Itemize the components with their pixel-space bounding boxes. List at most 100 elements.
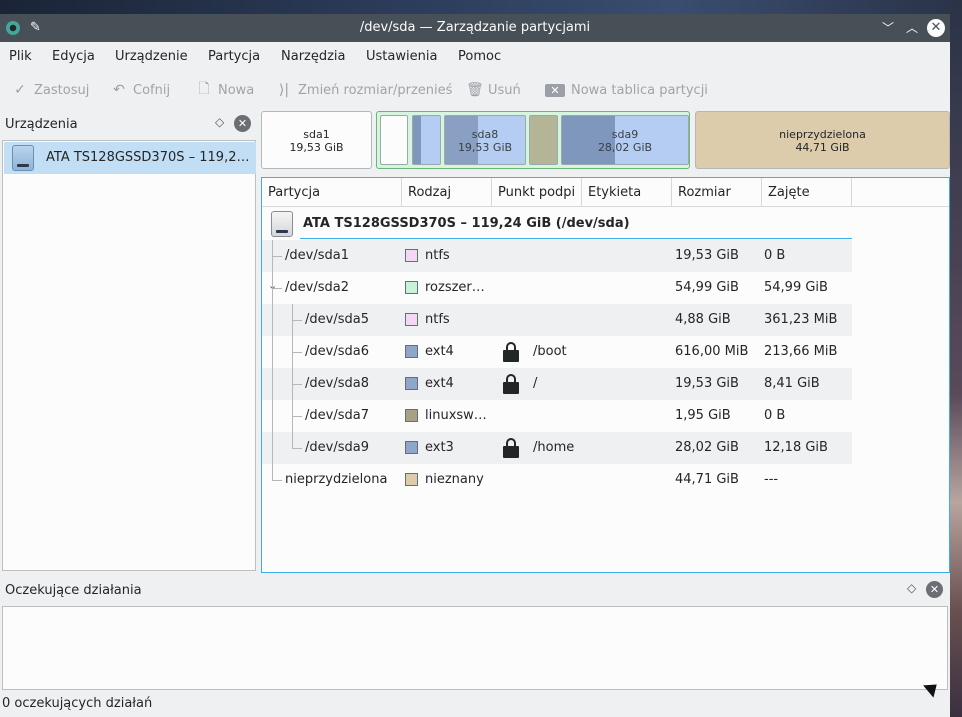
partition-used: 0 B: [764, 408, 786, 423]
column-header-used[interactable]: Zajęte: [762, 178, 852, 207]
filesystem-color-swatch: [405, 313, 418, 326]
menu-narzedzia[interactable]: Narzędzia: [281, 49, 346, 64]
column-header-type[interactable]: Rodzaj: [402, 178, 492, 207]
filesystem-color-swatch: [405, 409, 418, 422]
partition-name: nieprzydzielona: [285, 472, 388, 487]
partition-block-sda8[interactable]: sda8 19,53 GiB: [444, 115, 526, 165]
filesystem-type: ext4: [425, 376, 454, 391]
desktop-background: [0, 0, 962, 14]
menu-bar: Plik Edycja Urządzenie Partycja Narzędzi…: [0, 42, 950, 72]
partition-name: /dev/sda6: [305, 344, 369, 359]
devices-panel-header: Urządzenia ◇ ✕: [2, 110, 256, 138]
partition-name: /dev/sda2: [285, 280, 349, 295]
filesystem-type: ntfs: [425, 248, 450, 263]
clear-table-icon: ✕: [545, 83, 565, 97]
partition-used: 213,66 MiB: [764, 344, 838, 359]
menu-ustawienia[interactable]: Ustawienia: [366, 49, 437, 64]
table-header: Partycja Rodzaj Punkt podpi Etykieta Roz…: [262, 178, 949, 207]
partition-used: 54,99 GiB: [764, 280, 828, 295]
partition-block-extended[interactable]: sda8 19,53 GiB sda9 28,02 GiB: [376, 111, 690, 169]
menu-urzadzenie[interactable]: Urządzenie: [115, 49, 188, 64]
partition-name: /dev/sda8: [305, 376, 369, 391]
menu-pomoc[interactable]: Pomoc: [458, 49, 501, 64]
partition-used: 361,23 MiB: [764, 312, 838, 327]
pending-actions-list: [2, 606, 948, 690]
partition-block-sda7[interactable]: [529, 115, 558, 165]
partition-table: Partycja Rodzaj Punkt podpi Etykieta Roz…: [261, 177, 950, 573]
undo-button[interactable]: ↶ Cofnij: [111, 76, 170, 104]
filesystem-type: ntfs: [425, 312, 450, 327]
device-label: ATA TS128GSSD370S – 119,24 GiB (/dev/sda…: [46, 150, 252, 165]
maximize-chevron-icon[interactable]: ︿: [904, 20, 920, 36]
disk-root-row[interactable]: ATA TS128GSSD370S – 119,24 GiB (/dev/sda…: [262, 208, 852, 240]
menu-partycja[interactable]: Partycja: [208, 49, 260, 64]
devices-panel-title: Urządzenia: [5, 117, 78, 132]
title-bar[interactable]: ✎ /dev/sda — Zarządzanie partycjami ﹀ ︿ …: [0, 14, 950, 42]
close-window-button[interactable]: ✕: [927, 19, 945, 37]
column-header-partition[interactable]: Partycja: [262, 178, 402, 207]
new-partition-table-button[interactable]: ✕ Nowa tablica partycji: [545, 76, 708, 104]
filesystem-type: ext3: [425, 440, 454, 455]
partition-size: 19,53 GiB: [675, 248, 739, 263]
float-panel-icon[interactable]: ◇: [215, 115, 224, 129]
device-item-sda[interactable]: ATA TS128GSSD370S – 119,24 GiB (/dev/sda…: [4, 142, 256, 174]
partition-name: /dev/sda5: [305, 312, 369, 327]
table-row[interactable]: /dev/sda5 ntfs 4,88 GiB 361,23 MiB: [262, 304, 852, 336]
column-header-mountpoint[interactable]: Punkt podpi: [492, 178, 582, 207]
partition-block-sda5[interactable]: [380, 115, 408, 165]
partition-block-sda1[interactable]: sda1 19,53 GiB: [261, 111, 372, 169]
filesystem-type: linuxsw…: [425, 408, 487, 423]
table-row[interactable]: /dev/sda9 ext3/home 28,02 GiB 12,18 GiB: [262, 432, 852, 464]
partition-name: /dev/sda7: [305, 408, 369, 423]
column-header-label[interactable]: Etykieta: [582, 178, 672, 207]
undo-icon: ↶: [113, 82, 125, 98]
window-title: /dev/sda — Zarządzanie partycjami: [359, 20, 591, 35]
table-row[interactable]: /dev/sda8 ext4 / 19,53 GiB 8,41 GiB: [262, 368, 852, 400]
hard-disk-icon: [12, 145, 34, 171]
delete-button[interactable]: 🗑 Usuń: [466, 76, 521, 104]
partition-used: ---: [764, 472, 779, 487]
column-header-size[interactable]: Rozmiar: [672, 178, 762, 207]
disk-title: ATA TS128GSSD370S – 119,24 GiB (/dev/sda…: [303, 216, 630, 231]
table-row[interactable]: /dev/sda7 linuxsw… 1,95 GiB 0 B: [262, 400, 852, 432]
filesystem-color-swatch: [405, 377, 418, 390]
lock-icon: [503, 342, 519, 362]
float-panel-icon[interactable]: ◇: [907, 581, 916, 595]
mount-point: /: [533, 376, 538, 391]
filesystem-color-swatch: [405, 249, 418, 262]
desktop-background-edge: [948, 0, 962, 717]
pending-panel-header: Oczekujące działania ◇ ✕: [2, 576, 948, 604]
partition-size: 616,00 MiB: [675, 344, 749, 359]
partition-used: 0 B: [764, 248, 786, 263]
hard-disk-icon: [271, 211, 293, 237]
menu-edycja[interactable]: Edycja: [52, 49, 95, 64]
partition-block-unallocated[interactable]: nieprzydzielona 44,71 GiB: [695, 111, 950, 169]
table-row[interactable]: nieprzydzielona nieznany 44,71 GiB ---: [262, 464, 852, 496]
partition-name: /dev/sda9: [305, 440, 369, 455]
resize-move-button[interactable]: ⟩| Zmień rozmiar/przenieś: [276, 76, 453, 104]
filesystem-color-swatch: [405, 441, 418, 454]
partition-size: 44,71 GiB: [675, 472, 739, 487]
partition-block-sda9[interactable]: sda9 28,02 GiB: [561, 115, 689, 165]
partition-size: 19,53 GiB: [675, 376, 739, 391]
devices-list: ATA TS128GSSD370S – 119,24 GiB (/dev/sda…: [2, 140, 256, 571]
apply-button[interactable]: ✓ Zastosuj: [12, 76, 89, 104]
partition-size: 1,95 GiB: [675, 408, 731, 423]
menu-plik[interactable]: Plik: [9, 49, 32, 64]
filesystem-type: ext4: [425, 344, 454, 359]
filesystem-color-swatch: [405, 345, 418, 358]
close-panel-icon[interactable]: ✕: [926, 581, 943, 598]
table-row[interactable]: ⌄/dev/sda2rozszer…54,99 GiB54,99 GiB: [262, 272, 852, 304]
new-partition-button[interactable]: 🗋 Nowa: [196, 76, 254, 104]
pending-panel-title: Oczekujące działania: [5, 583, 142, 598]
lock-icon: [503, 438, 519, 458]
partition-block-sda6[interactable]: [412, 115, 441, 165]
filesystem-type: rozszer…: [425, 280, 485, 295]
table-row[interactable]: /dev/sda6 ext4/boot 616,00 MiB 213,66 MiB: [262, 336, 852, 368]
filesystem-color-swatch: [405, 281, 418, 294]
close-panel-icon[interactable]: ✕: [234, 115, 251, 132]
pending-actions-panel: Oczekujące działania ◇ ✕: [2, 576, 948, 691]
partition-used: 12,18 GiB: [764, 440, 828, 455]
table-row[interactable]: /dev/sda1 ntfs 19,53 GiB 0 B: [262, 240, 852, 272]
minimize-chevron-icon[interactable]: ﹀: [880, 20, 896, 36]
